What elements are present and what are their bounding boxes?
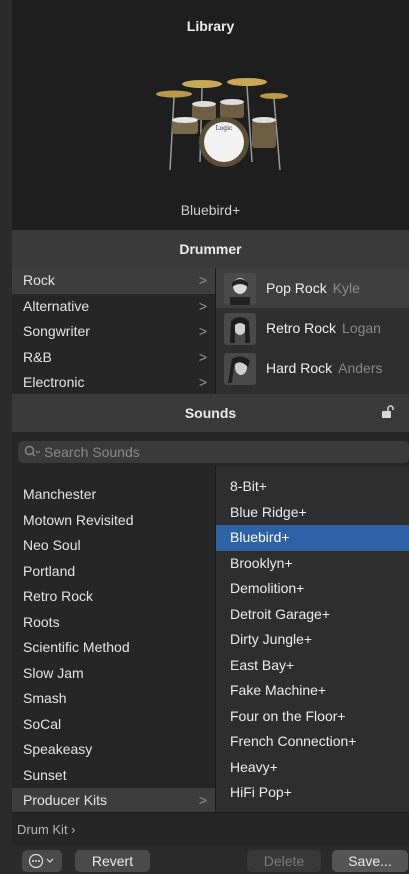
chevron-right-icon: > xyxy=(198,792,207,808)
library-title: Library xyxy=(186,18,235,34)
category-item[interactable]: SoCal xyxy=(12,712,215,738)
svg-text:Logic: Logic xyxy=(216,125,233,132)
ellipsis-circle-icon xyxy=(28,853,54,869)
category-item[interactable]: Scientific Method xyxy=(12,635,215,661)
drummer-name: Logan xyxy=(342,320,381,336)
category-label: Roots xyxy=(23,613,60,630)
drum-kit-row: Drum Kit › xyxy=(12,812,409,846)
category-label: SoCal xyxy=(23,715,62,732)
category-item[interactable]: Motown Revisited xyxy=(12,508,215,534)
search-row: Search Sounds xyxy=(12,432,409,466)
category-label: Motown Revisited xyxy=(23,511,134,528)
scrolled-item xyxy=(12,466,215,482)
patch-item[interactable]: Heavy+ xyxy=(216,755,409,781)
patch-item[interactable]: Four on the Floor+ xyxy=(216,704,409,730)
drummer-avatar xyxy=(224,313,256,345)
search-icon xyxy=(24,445,40,457)
chevron-right-icon: > xyxy=(198,272,207,288)
chevron-right-icon: > xyxy=(198,323,207,339)
category-label: Manchester xyxy=(23,486,97,502)
category-label: Speakeasy xyxy=(23,741,93,757)
drummer-header: Drummer xyxy=(12,230,409,268)
drummer-style: Hard Rock xyxy=(266,360,333,376)
genre-label: Alternative xyxy=(23,297,90,314)
library-panel: Library Logic Bluebird+ xyxy=(12,0,409,230)
delete-button[interactable]: Delete xyxy=(247,850,321,872)
chevron-right-icon: > xyxy=(198,297,207,314)
drummer-list[interactable]: Pop Rock Kyle Retro Rock Logan Hard Rock An… xyxy=(215,268,409,394)
genre-item-songwriter[interactable]: Songwriter > xyxy=(12,319,215,345)
patch-item[interactable]: 8-Bit+ xyxy=(216,474,409,500)
genre-item-rock[interactable]: Rock > xyxy=(12,268,215,294)
drummer-style: Pop Rock xyxy=(266,280,327,296)
category-item[interactable]: Manchester xyxy=(12,482,215,508)
genre-item-electronic[interactable]: Electronic > xyxy=(12,370,215,394)
drummer-avatar xyxy=(224,273,256,305)
category-label: Slow Jam xyxy=(23,664,84,681)
category-label: Neo Soul xyxy=(23,537,81,553)
genre-list[interactable]: Rock > Alternative > Songwriter > R&B > … xyxy=(12,268,215,394)
patch-list[interactable]: 8-Bit+ Blue Ridge+ Bluebird+ Brooklyn+ D… xyxy=(215,466,409,812)
genre-label: Songwriter xyxy=(23,323,90,339)
genre-item-rnb[interactable]: R&B > xyxy=(12,345,215,371)
category-label: Portland xyxy=(23,562,76,579)
category-item[interactable]: Roots xyxy=(12,610,215,636)
genre-label: R&B xyxy=(23,348,52,365)
category-label: Sunset xyxy=(23,766,67,783)
save-button[interactable]: Save... xyxy=(332,850,408,872)
category-item[interactable]: Speakeasy xyxy=(12,737,215,763)
patch-item-selected[interactable]: Bluebird+ xyxy=(216,525,409,551)
category-item[interactable]: Neo Soul xyxy=(12,533,215,559)
category-item[interactable]: Slow Jam xyxy=(12,661,215,687)
drummer-item-anders[interactable]: Hard Rock Anders xyxy=(216,348,409,388)
category-item[interactable]: Smash xyxy=(12,686,215,712)
category-item-producer-kits[interactable]: Producer Kits > xyxy=(12,788,215,812)
sounds-header: Sounds xyxy=(12,394,409,432)
chevron-right-icon: > xyxy=(198,348,207,365)
drummer-avatar xyxy=(224,353,256,385)
more-options-button[interactable] xyxy=(22,850,62,872)
patch-item[interactable]: Detroit Garage+ xyxy=(216,602,409,628)
patch-item[interactable]: Fake Machine+ xyxy=(216,678,409,704)
genre-label: Rock xyxy=(23,272,55,288)
patch-item[interactable]: Brooklyn+ xyxy=(216,551,409,577)
patch-item[interactable]: Demolition+ xyxy=(216,576,409,602)
patch-item[interactable]: Blue Ridge+ xyxy=(216,500,409,526)
bottom-toolbar: Revert Delete Save... xyxy=(12,846,409,874)
drum-kit-link[interactable]: Drum Kit › xyxy=(17,822,76,837)
drummer-item-kyle[interactable]: Pop Rock Kyle xyxy=(216,268,409,308)
revert-button[interactable]: Revert xyxy=(75,850,150,872)
genre-label: Electronic xyxy=(23,374,85,390)
selected-kit-name: Bluebird+ xyxy=(180,202,241,218)
patch-item[interactable]: Dirty Jungle+ xyxy=(216,627,409,653)
search-sounds-input[interactable]: Search Sounds xyxy=(18,441,409,463)
patch-item[interactable]: East Bay+ xyxy=(216,653,409,679)
category-item[interactable]: Sunset xyxy=(12,763,215,789)
drummer-item-logan[interactable]: Retro Rock Logan xyxy=(216,308,409,348)
category-label: Retro Rock xyxy=(23,588,94,604)
sounds-title: Sounds xyxy=(184,405,237,421)
drummer-name: Anders xyxy=(338,360,383,376)
category-item[interactable]: Portland xyxy=(12,559,215,585)
sound-category-list[interactable]: Manchester Motown Revisited Neo Soul Por… xyxy=(12,466,215,812)
chevron-right-icon: > xyxy=(198,374,207,390)
category-item[interactable]: Retro Rock xyxy=(12,584,215,610)
patch-item[interactable]: HiFi Pop+ xyxy=(216,780,409,806)
category-label: Smash xyxy=(23,690,67,706)
category-label: Producer Kits xyxy=(23,792,108,808)
drummer-style: Retro Rock xyxy=(266,320,337,336)
drum-kit-image: Logic xyxy=(156,78,288,171)
drummer-name: Kyle xyxy=(332,280,360,296)
patch-item[interactable]: French Connection+ xyxy=(216,729,409,755)
search-placeholder: Search Sounds xyxy=(44,444,140,460)
unlock-icon[interactable] xyxy=(381,405,395,419)
genre-item-alternative[interactable]: Alternative > xyxy=(12,294,215,320)
category-label: Scientific Method xyxy=(23,639,130,655)
